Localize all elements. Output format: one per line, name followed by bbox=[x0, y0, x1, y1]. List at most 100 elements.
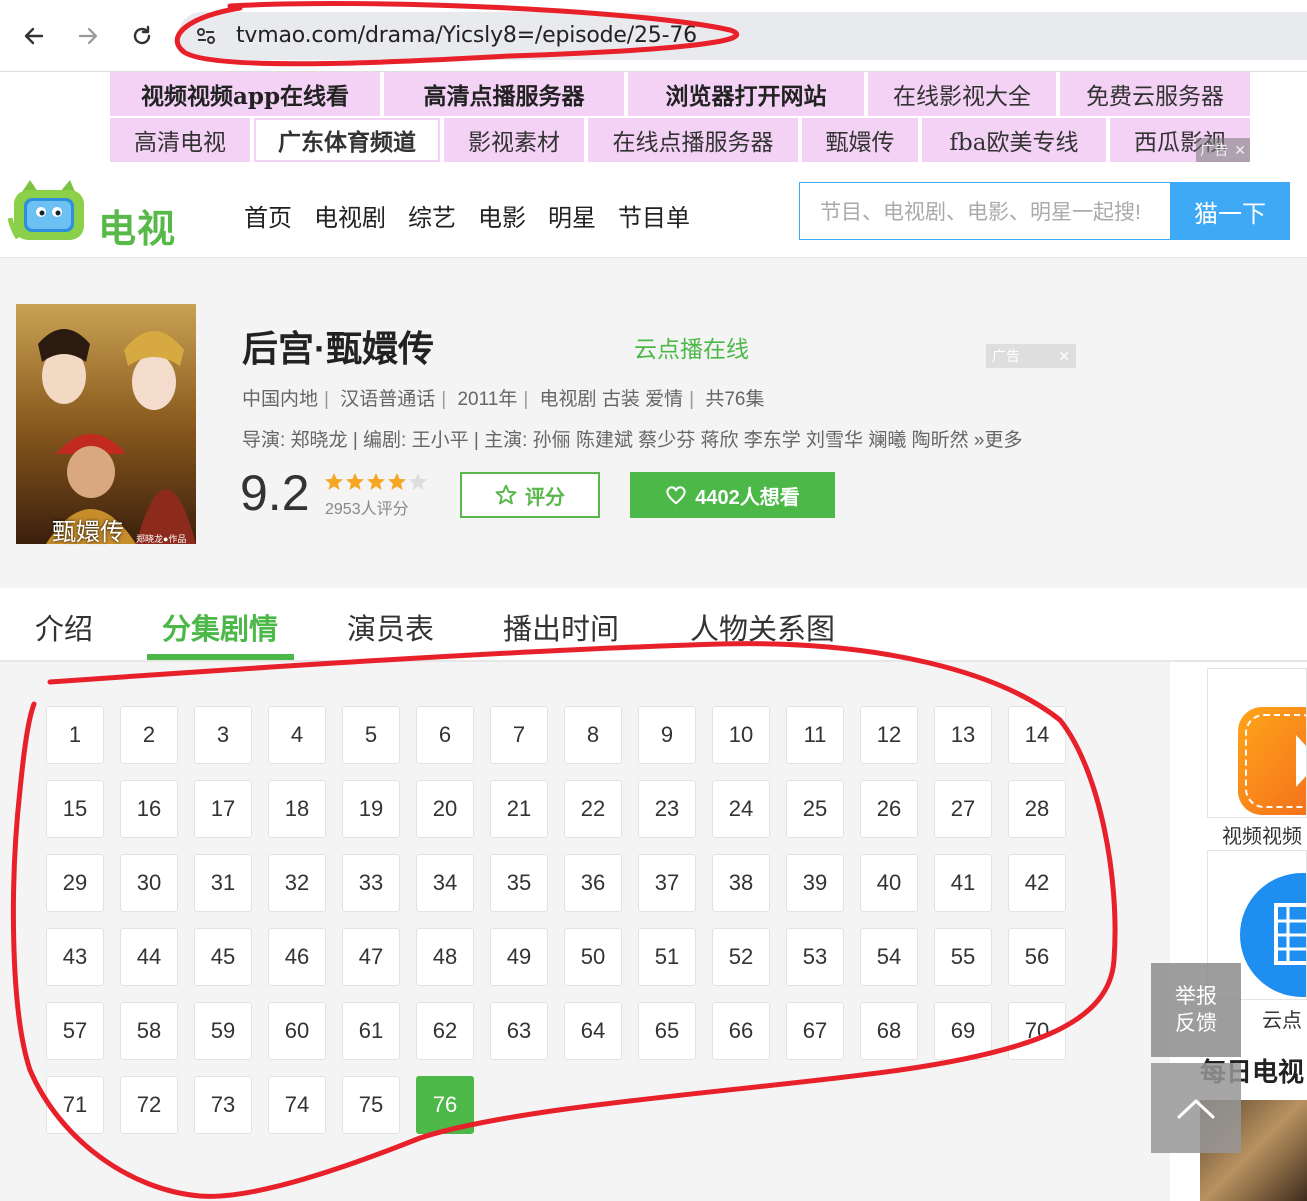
ad-link[interactable]: 广东体育频道 bbox=[254, 118, 440, 162]
episode-button[interactable]: 4 bbox=[268, 706, 326, 764]
episode-button[interactable]: 60 bbox=[268, 1002, 326, 1060]
episode-button[interactable]: 70 bbox=[1008, 1002, 1066, 1060]
episode-button[interactable]: 53 bbox=[786, 928, 844, 986]
episode-button[interactable]: 56 bbox=[1008, 928, 1066, 986]
episode-button[interactable]: 5 bbox=[342, 706, 400, 764]
nav-item-schedule[interactable]: 节目单 bbox=[618, 198, 690, 233]
site-logo[interactable]: 电视猫 bbox=[7, 178, 208, 306]
episode-button[interactable]: 22 bbox=[564, 780, 622, 838]
episode-button[interactable]: 62 bbox=[416, 1002, 474, 1060]
episode-button[interactable]: 43 bbox=[46, 928, 104, 986]
episode-button[interactable]: 8 bbox=[564, 706, 622, 764]
want-to-watch-button[interactable]: 4402人想看 bbox=[630, 472, 835, 518]
episode-button[interactable]: 76 bbox=[416, 1076, 474, 1134]
episode-button[interactable]: 21 bbox=[490, 780, 548, 838]
search-button[interactable]: 猫一下 bbox=[1170, 182, 1290, 240]
ad-link[interactable]: 浏览器打开网站 bbox=[628, 72, 864, 116]
episode-button[interactable]: 14 bbox=[1008, 706, 1066, 764]
search-input[interactable]: 节目、电视剧、电影、明星一起搜! bbox=[799, 182, 1171, 240]
tab-relationship-map[interactable]: 人物关系图 bbox=[690, 606, 835, 648]
episode-button[interactable]: 58 bbox=[120, 1002, 178, 1060]
episode-button[interactable]: 2 bbox=[120, 706, 178, 764]
episode-button[interactable]: 49 bbox=[490, 928, 548, 986]
episode-button[interactable]: 75 bbox=[342, 1076, 400, 1134]
ad-link[interactable]: 免费云服务器 bbox=[1060, 72, 1250, 116]
episode-button[interactable]: 16 bbox=[120, 780, 178, 838]
close-icon[interactable]: ✕ bbox=[1058, 348, 1070, 365]
episode-button[interactable]: 6 bbox=[416, 706, 474, 764]
ad-link[interactable]: 高清电视 bbox=[110, 118, 250, 162]
drama-credits[interactable]: 导演: 郑晓龙 | 编剧: 王小平 | 主演: 孙俪 陈建斌 蔡少芬 蒋欣 李东… bbox=[242, 425, 1022, 452]
episode-button[interactable]: 19 bbox=[342, 780, 400, 838]
sidebar-app-card[interactable] bbox=[1207, 668, 1307, 818]
ad-link[interactable]: 在线影视大全 bbox=[868, 72, 1056, 116]
episode-button[interactable]: 15 bbox=[46, 780, 104, 838]
episode-button[interactable]: 24 bbox=[712, 780, 770, 838]
episode-button[interactable]: 11 bbox=[786, 706, 844, 764]
episode-button[interactable]: 42 bbox=[1008, 854, 1066, 912]
episode-button[interactable]: 54 bbox=[860, 928, 918, 986]
episode-button[interactable]: 50 bbox=[564, 928, 622, 986]
ad-link[interactable]: 高清点播服务器 bbox=[384, 72, 624, 116]
episode-button[interactable]: 61 bbox=[342, 1002, 400, 1060]
episode-button[interactable]: 28 bbox=[1008, 780, 1066, 838]
nav-item-tv-drama[interactable]: 电视剧 bbox=[314, 198, 386, 233]
episode-button[interactable]: 17 bbox=[194, 780, 252, 838]
nav-item-variety[interactable]: 综艺 bbox=[408, 198, 456, 233]
episode-button[interactable]: 46 bbox=[268, 928, 326, 986]
ad-link[interactable]: 视频视频app在线看 bbox=[110, 72, 380, 116]
meta-language[interactable]: 汉语普通话 bbox=[340, 389, 435, 410]
nav-item-home[interactable]: 首页 bbox=[244, 198, 292, 233]
episode-button[interactable]: 10 bbox=[712, 706, 770, 764]
address-bar[interactable]: tvmao.com/drama/Yicsly8=/episode/25-76 bbox=[178, 12, 1307, 60]
episode-button[interactable]: 71 bbox=[46, 1076, 104, 1134]
nav-item-star[interactable]: 明星 bbox=[548, 198, 596, 233]
episode-button[interactable]: 39 bbox=[786, 854, 844, 912]
rate-button[interactable]: 评分 bbox=[460, 472, 600, 518]
tab-intro[interactable]: 介绍 bbox=[35, 606, 93, 648]
episode-button[interactable]: 47 bbox=[342, 928, 400, 986]
episode-button[interactable]: 36 bbox=[564, 854, 622, 912]
ad-link[interactable]: 在线点播服务器 bbox=[588, 118, 798, 162]
episode-button[interactable]: 27 bbox=[934, 780, 992, 838]
drama-poster[interactable]: 甄嬛传 郑晓龙●作品 bbox=[16, 304, 196, 546]
episode-button[interactable]: 13 bbox=[934, 706, 992, 764]
episode-button[interactable]: 55 bbox=[934, 928, 992, 986]
episode-button[interactable]: 32 bbox=[268, 854, 326, 912]
report-feedback-button[interactable]: 举报 反馈 bbox=[1151, 963, 1241, 1057]
back-to-top-button[interactable] bbox=[1151, 1063, 1241, 1153]
ad-link[interactable]: 甄嬛传 bbox=[802, 118, 918, 162]
episode-button[interactable]: 18 bbox=[268, 780, 326, 838]
episode-button[interactable]: 35 bbox=[490, 854, 548, 912]
episode-button[interactable]: 69 bbox=[934, 1002, 992, 1060]
forward-icon[interactable] bbox=[68, 16, 108, 56]
tab-episodes[interactable]: 分集剧情 bbox=[162, 606, 278, 648]
episode-button[interactable]: 34 bbox=[416, 854, 474, 912]
episode-button[interactable]: 65 bbox=[638, 1002, 696, 1060]
episode-button[interactable]: 44 bbox=[120, 928, 178, 986]
episode-button[interactable]: 67 bbox=[786, 1002, 844, 1060]
nav-item-movie[interactable]: 电影 bbox=[478, 198, 526, 233]
episode-button[interactable]: 40 bbox=[860, 854, 918, 912]
episode-button[interactable]: 25 bbox=[786, 780, 844, 838]
episode-button[interactable]: 57 bbox=[46, 1002, 104, 1060]
episode-button[interactable]: 9 bbox=[638, 706, 696, 764]
episode-button[interactable]: 73 bbox=[194, 1076, 252, 1134]
episode-button[interactable]: 33 bbox=[342, 854, 400, 912]
episode-button[interactable]: 41 bbox=[934, 854, 992, 912]
episode-button[interactable]: 48 bbox=[416, 928, 474, 986]
episode-button[interactable]: 37 bbox=[638, 854, 696, 912]
sidebar-cloud-label[interactable]: 云点 bbox=[1262, 1004, 1302, 1033]
episode-button[interactable]: 30 bbox=[120, 854, 178, 912]
ad-link[interactable]: 影视素材 bbox=[444, 118, 584, 162]
episode-button[interactable]: 68 bbox=[860, 1002, 918, 1060]
site-settings-icon[interactable] bbox=[194, 24, 218, 48]
meta-region[interactable]: 中国内地 bbox=[242, 389, 318, 410]
episode-button[interactable]: 51 bbox=[638, 928, 696, 986]
episode-button[interactable]: 23 bbox=[638, 780, 696, 838]
sidebar-app-label[interactable]: 视频视频 bbox=[1222, 820, 1302, 849]
episode-button[interactable]: 63 bbox=[490, 1002, 548, 1060]
tab-cast[interactable]: 演员表 bbox=[347, 606, 434, 648]
episode-button[interactable]: 59 bbox=[194, 1002, 252, 1060]
episode-button[interactable]: 3 bbox=[194, 706, 252, 764]
